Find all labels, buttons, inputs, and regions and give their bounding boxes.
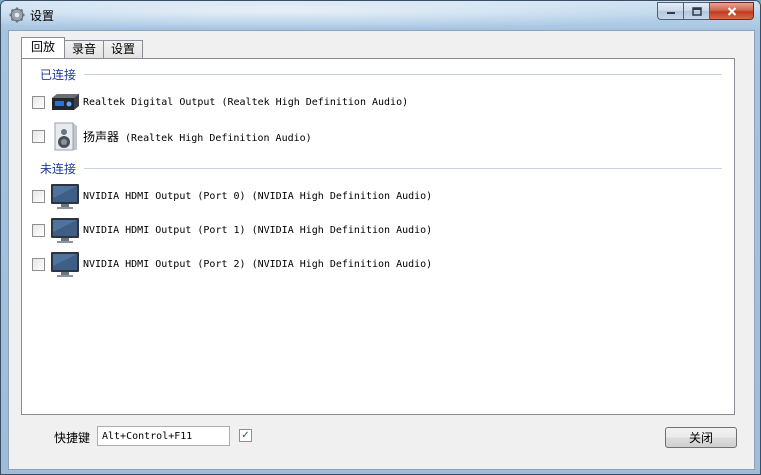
tab-recording[interactable]: 录音 [64, 40, 105, 58]
digital-output-icon [52, 94, 79, 110]
gear-icon [9, 7, 25, 23]
close-window-button[interactable] [710, 2, 754, 20]
speaker-icon [54, 122, 77, 151]
device-row[interactable]: NVIDIA HDMI Output (Port 1) (NVIDIA High… [32, 215, 432, 245]
hotkey-label: 快捷键 [54, 431, 91, 445]
group-divider [84, 74, 722, 75]
device-row[interactable]: NVIDIA HDMI Output (Port 2) (NVIDIA High… [32, 249, 432, 279]
hotkey-enabled-checkbox[interactable]: ✓ [239, 429, 252, 442]
device-checkbox[interactable] [32, 95, 45, 109]
monitor-icon [51, 184, 79, 209]
settings-window: 设置 回放 录音 设置 已连接 Realtek Digital Output (… [0, 0, 761, 475]
window-title: 设置 [30, 9, 55, 23]
device-row[interactable]: NVIDIA HDMI Output (Port 0) (NVIDIA High… [32, 181, 432, 211]
device-driver: (Realtek High Definition Audio) [119, 132, 312, 144]
device-name: 扬声器 [83, 129, 120, 144]
tab-bar: 回放 录音 设置 [21, 37, 144, 58]
window-controls [657, 2, 754, 21]
device-label: NVIDIA HDMI Output (Port 0) (NVIDIA High… [83, 190, 433, 202]
monitor-icon [51, 252, 79, 277]
client-area: 回放 录音 设置 已连接 Realtek Digital Output (Rea… [8, 30, 755, 470]
hotkey-input[interactable] [97, 426, 230, 446]
device-label: NVIDIA HDMI Output (Port 1) (NVIDIA High… [83, 224, 433, 236]
minimize-button[interactable] [657, 2, 684, 20]
title-bar[interactable]: 设置 [1, 1, 760, 29]
group-divider [84, 168, 722, 169]
tab-settings[interactable]: 设置 [103, 40, 144, 58]
close-button[interactable]: 关闭 [665, 427, 737, 448]
monitor-icon [51, 218, 79, 243]
device-row[interactable]: 扬声器 (Realtek High Definition Audio) [32, 121, 312, 151]
device-checkbox[interactable] [32, 189, 45, 203]
group-header-connected: 已连接 [40, 67, 77, 82]
playback-panel: 已连接 Realtek Digital Output (Realtek High… [21, 58, 735, 415]
maximize-button[interactable] [684, 2, 710, 20]
group-header-disconnected: 未连接 [40, 161, 77, 176]
checkmark-icon: ✓ [241, 430, 250, 441]
device-checkbox[interactable] [32, 257, 45, 271]
minimize-icon [666, 12, 675, 14]
device-label: 扬声器 (Realtek High Definition Audio) [83, 128, 312, 145]
tab-playback[interactable]: 回放 [21, 37, 66, 58]
device-checkbox[interactable] [32, 223, 45, 237]
device-label: Realtek Digital Output (Realtek High Def… [83, 96, 409, 108]
close-icon [727, 6, 736, 16]
device-label: NVIDIA HDMI Output (Port 2) (NVIDIA High… [83, 258, 433, 270]
maximize-icon [691, 6, 702, 16]
device-checkbox[interactable] [32, 129, 45, 143]
device-row[interactable]: Realtek Digital Output (Realtek High Def… [32, 87, 408, 117]
